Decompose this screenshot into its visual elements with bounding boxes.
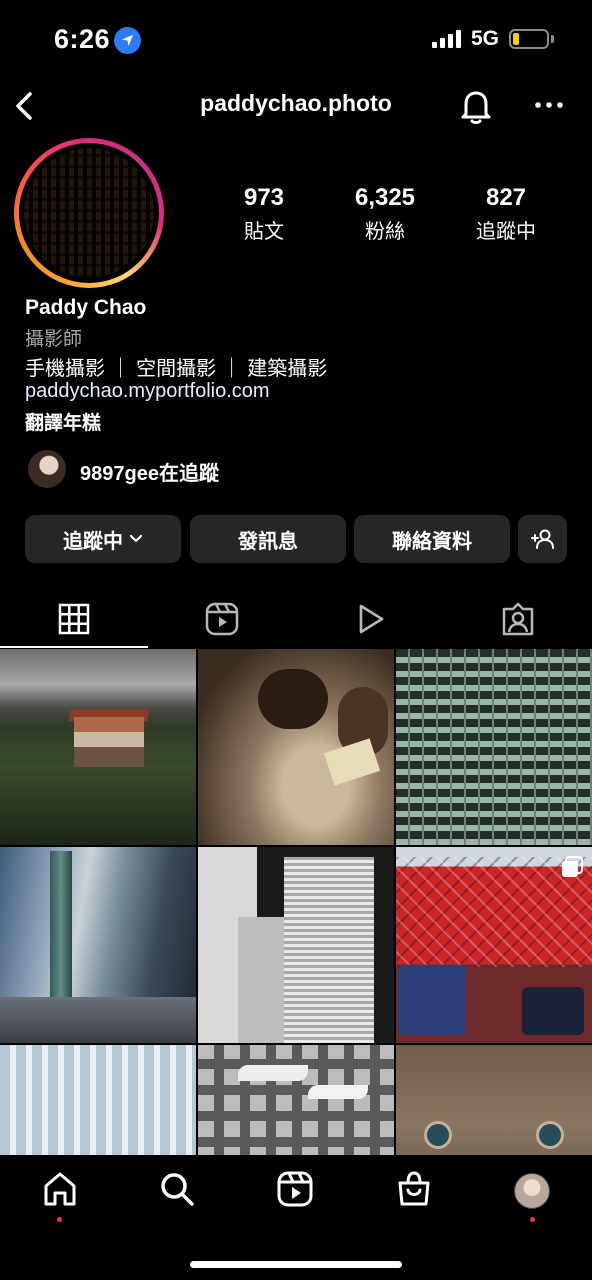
- post-grid: [0, 649, 592, 1155]
- post-thumbnail[interactable]: [198, 649, 394, 845]
- follower-avatar: [28, 450, 66, 488]
- car-shape: [522, 987, 584, 1035]
- bio-link[interactable]: paddychao.myportfolio.com: [25, 380, 565, 408]
- tagged-icon: [502, 602, 534, 636]
- post-thumbnail[interactable]: [198, 1045, 394, 1155]
- nav-home[interactable]: [40, 1169, 80, 1209]
- followed-by-text: 9897gee在追蹤: [80, 463, 219, 485]
- post-thumbnail[interactable]: [396, 1045, 592, 1155]
- window-shape: [424, 1121, 452, 1149]
- tab-reels[interactable]: [148, 590, 296, 648]
- post-thumbnail[interactable]: [396, 847, 592, 1043]
- home-indicator: [190, 1261, 402, 1268]
- bio-text: 手機攝影 ｜ 空間攝影 ｜ 建築攝影: [25, 358, 328, 380]
- balcony-shape: [308, 1085, 368, 1099]
- following-button[interactable]: 追蹤中: [25, 515, 181, 563]
- grid-icon: [58, 603, 90, 635]
- truck-shape: [398, 965, 466, 1035]
- message-button[interactable]: 發訊息: [190, 515, 346, 563]
- profile-tabs: [0, 590, 592, 648]
- stat-followers-label: 粉絲: [365, 221, 405, 243]
- post-thumbnail[interactable]: [0, 847, 196, 1043]
- chevron-down-icon: [129, 534, 143, 543]
- battery-level: [513, 33, 519, 45]
- avatar-photo: [24, 148, 154, 278]
- figure-shape: [258, 669, 328, 729]
- translate-link[interactable]: 翻譯年糕: [25, 408, 565, 436]
- profile-name: Paddy Chao: [25, 296, 147, 319]
- nav-reels[interactable]: [275, 1169, 315, 1209]
- reels-icon: [277, 1171, 313, 1207]
- tab-tagged[interactable]: [444, 590, 592, 648]
- nav-shop[interactable]: [394, 1169, 434, 1209]
- balcony-shape: [238, 1065, 308, 1081]
- battery-icon: [509, 29, 549, 49]
- profile-category: 攝影師: [25, 329, 83, 350]
- post-thumbnail[interactable]: [396, 649, 592, 845]
- more-icon: [535, 102, 563, 108]
- temple-shape: [74, 717, 144, 767]
- bell-icon: [461, 91, 491, 124]
- window-shape: [536, 1121, 564, 1149]
- contact-button[interactable]: 聯絡資料: [354, 515, 510, 563]
- tab-videos[interactable]: [296, 590, 444, 648]
- post-thumbnail[interactable]: [0, 1045, 196, 1155]
- suggested-users-button[interactable]: [518, 515, 567, 563]
- post-thumbnail[interactable]: [0, 649, 196, 845]
- contact-button-label: 聯絡資料: [392, 530, 472, 553]
- post-thumbnail[interactable]: [198, 847, 394, 1043]
- stat-followers-count: 6,325: [354, 184, 416, 211]
- carousel-icon: [562, 856, 583, 877]
- tab-grid[interactable]: [0, 590, 148, 648]
- avatar-border: [19, 143, 159, 283]
- profile-username: paddychao.photo: [200, 90, 392, 116]
- stat-followers[interactable]: 6,325 粉絲: [330, 184, 440, 244]
- active-tab-indicator: [0, 646, 148, 648]
- status-time: 6:26: [54, 24, 111, 54]
- location-icon: [114, 27, 141, 54]
- book-shape: [323, 738, 381, 786]
- nav-search[interactable]: [157, 1169, 197, 1209]
- stat-posts-count: 973: [243, 184, 285, 211]
- profile-bio: Paddy Chao 攝影師 手機攝影 ｜ 空間攝影 ｜ 建築攝影 paddyc…: [25, 296, 565, 436]
- battery-tip: [551, 35, 554, 43]
- more-options-button[interactable]: [532, 90, 566, 120]
- road-shape: [0, 997, 196, 1043]
- profile-avatar[interactable]: [14, 138, 164, 288]
- followed-by[interactable]: 9897gee在追蹤: [28, 450, 428, 490]
- signal-icon: [432, 30, 461, 48]
- network-label: 5G: [471, 27, 500, 50]
- nav-profile-avatar[interactable]: [514, 1173, 550, 1209]
- stat-following-label: 追蹤中: [476, 221, 536, 243]
- tower-shape: [50, 851, 72, 1001]
- stat-posts-label: 貼文: [244, 221, 284, 243]
- status-bar: 6:26 5G: [0, 0, 592, 80]
- add-user-icon: [530, 529, 554, 549]
- notification-dot: [57, 1217, 62, 1222]
- building-shape: [284, 857, 374, 1043]
- top-nav: paddychao.photo: [0, 80, 592, 132]
- following-button-label: 追蹤中: [63, 530, 123, 553]
- stat-following[interactable]: 827 追蹤中: [451, 184, 561, 244]
- reels-icon: [205, 602, 239, 636]
- video-icon: [359, 604, 384, 634]
- stat-posts[interactable]: 973 貼文: [209, 184, 319, 244]
- notifications-button[interactable]: [458, 86, 494, 126]
- search-icon: [161, 1173, 194, 1206]
- home-icon: [44, 1172, 76, 1206]
- message-button-label: 發訊息: [238, 530, 298, 553]
- notification-dot: [530, 1217, 535, 1222]
- stat-following-count: 827: [485, 184, 527, 211]
- shop-icon: [398, 1171, 430, 1206]
